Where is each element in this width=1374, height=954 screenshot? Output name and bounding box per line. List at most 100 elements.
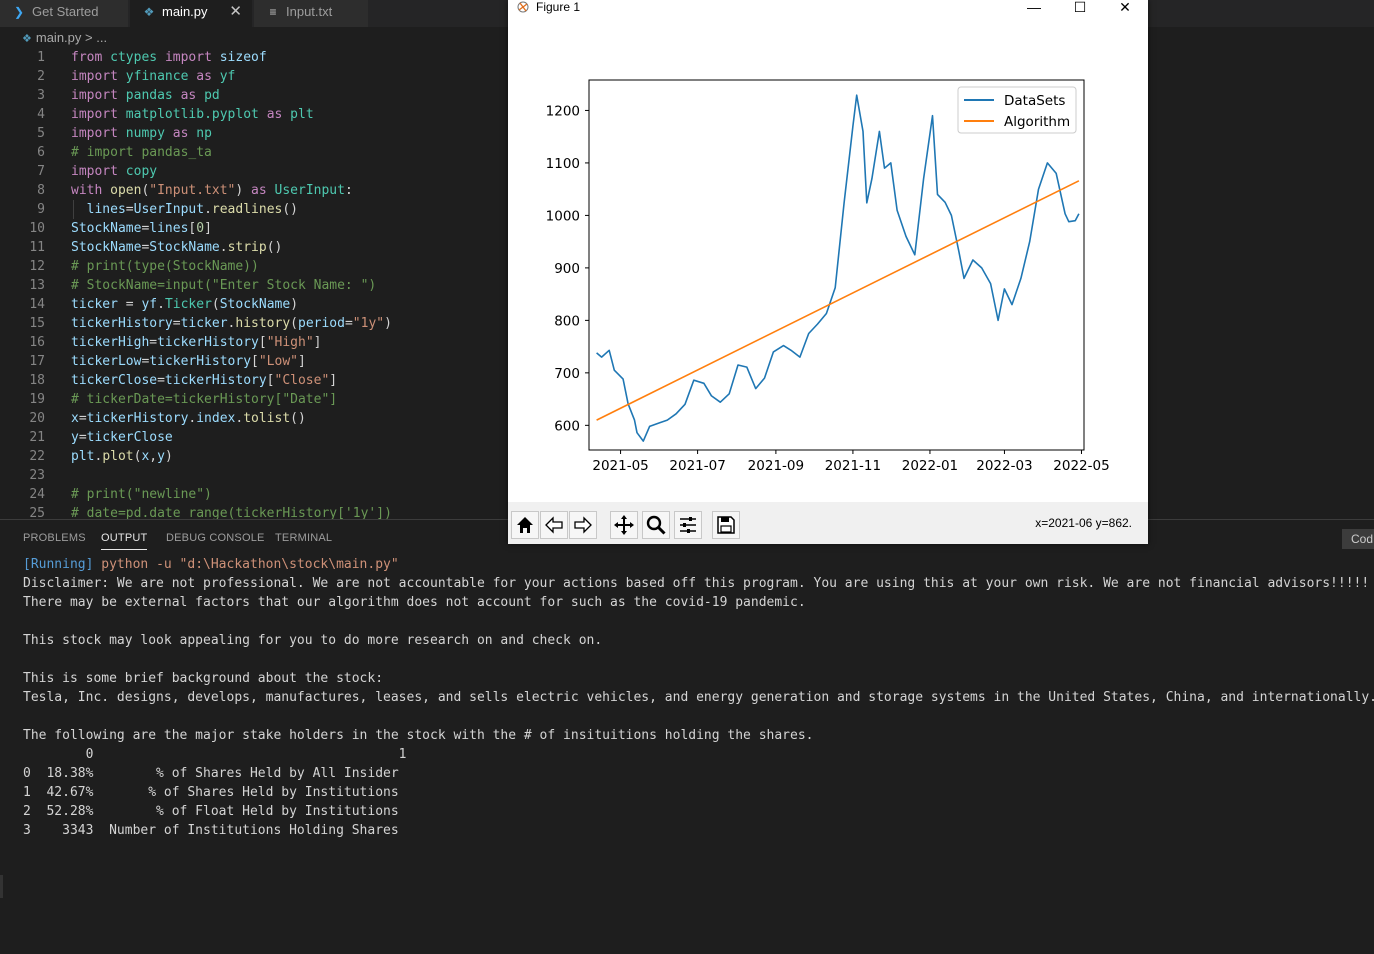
code-line[interactable]: 4 import matplotlib.pyplot as plt bbox=[0, 105, 508, 124]
tab-main-py[interactable]: ❖ main.py ✕ bbox=[130, 0, 252, 27]
code-line[interactable]: 18 tickerClose=tickerHistory["Close"] bbox=[0, 371, 508, 390]
y-tick-label: 1000 bbox=[546, 208, 580, 224]
line-number: 17 bbox=[29, 354, 45, 369]
code-line[interactable]: 12 # print(type(StockName)) bbox=[0, 257, 508, 276]
minimize-button[interactable]: — bbox=[1011, 0, 1057, 14]
configure-subplots-button[interactable] bbox=[674, 511, 702, 539]
code-text: import copy bbox=[71, 164, 158, 179]
code-text: tickerLow=tickerHistory["Low"] bbox=[71, 354, 306, 369]
tab-terminal[interactable]: TERMINAL bbox=[275, 532, 332, 544]
code-text: # print("newline") bbox=[71, 487, 212, 502]
code-line[interactable]: 17 tickerLow=tickerHistory["Low"] bbox=[0, 352, 508, 371]
output-line: 1 42.67% % of Shares Held by Institution… bbox=[23, 785, 399, 800]
tab-output[interactable]: OUTPUT bbox=[101, 532, 148, 550]
code-line[interactable]: 22 plt.plot(x,y) bbox=[0, 447, 508, 466]
back-button[interactable] bbox=[540, 511, 568, 539]
figure-canvas[interactable]: 2021-05 2021-07 2021-09 2021-11 2022-01 2022-… bbox=[508, 14, 1148, 502]
breadcrumb-separator: > bbox=[85, 30, 93, 45]
code-line[interactable]: 24 # print("newline") bbox=[0, 485, 508, 504]
line-number: 25 bbox=[29, 506, 45, 519]
line-chart[interactable]: 2021-05 2021-07 2021-09 2021-11 2022-01 2022-… bbox=[508, 14, 1148, 502]
code-text: y=tickerClose bbox=[71, 430, 173, 445]
output-line: Tesla, Inc. designs, develops, manufactu… bbox=[23, 690, 1374, 705]
tab-label: main.py bbox=[162, 4, 208, 19]
code-text: tickerHigh=tickerHistory["High"] bbox=[71, 335, 322, 350]
code-line[interactable]: 13 # StockName=input("Enter Stock Name: "… bbox=[0, 276, 508, 295]
code-line[interactable]: 19 # tickerDate=tickerHistory["Date"] bbox=[0, 390, 508, 409]
close-icon[interactable]: ✕ bbox=[229, 0, 242, 24]
code-line[interactable]: 8 with open("Input.txt") as UserInput: bbox=[0, 181, 508, 200]
output-line: 2 52.28% % of Float Held by Institutions bbox=[23, 804, 399, 819]
code-line[interactable]: 20 x=tickerHistory.index.tolist() bbox=[0, 409, 508, 428]
code-text: plt.plot(x,y) bbox=[71, 449, 173, 464]
forward-button[interactable] bbox=[569, 511, 597, 539]
code-text: from ctypes import sizeof bbox=[71, 50, 267, 65]
code-line[interactable]: 5 import numpy as np bbox=[0, 124, 508, 143]
code-text: ticker = yf.Ticker(StockName) bbox=[71, 297, 299, 312]
home-button[interactable] bbox=[511, 511, 539, 539]
code-line[interactable]: 14 ticker = yf.Ticker(StockName) bbox=[0, 295, 508, 314]
code-line[interactable]: 3 import pandas as pd bbox=[0, 86, 508, 105]
line-number: 5 bbox=[37, 126, 45, 141]
code-line[interactable]: 1 from ctypes import sizeof bbox=[0, 48, 508, 67]
tab-input-txt[interactable]: ≡ Input.txt bbox=[254, 0, 368, 27]
tab-debug-console[interactable]: DEBUG CONSOLE bbox=[166, 532, 265, 544]
output-line: 0 18.38% % of Shares Held by All Insider bbox=[23, 766, 399, 781]
breadcrumb-file[interactable]: main.py bbox=[36, 30, 82, 45]
line-number: 7 bbox=[37, 164, 45, 179]
save-button[interactable] bbox=[712, 511, 740, 539]
matplotlib-icon bbox=[517, 1, 529, 13]
output-line: 3 3343 Number of Institutions Holding Sh… bbox=[23, 823, 399, 838]
breadcrumb-rest[interactable]: ... bbox=[96, 30, 107, 45]
x-tick-label: 2022-05 bbox=[1053, 458, 1109, 474]
code-text: with open("Input.txt") as UserInput: bbox=[71, 183, 353, 198]
python-file-icon: ❖ bbox=[22, 33, 32, 45]
tab-get-started[interactable]: ❯ Get Started bbox=[0, 0, 128, 27]
output-line: 0 1 bbox=[23, 747, 407, 762]
code-line[interactable]: 10 StockName=lines[0] bbox=[0, 219, 508, 238]
code-line[interactable]: 21 y=tickerClose bbox=[0, 428, 508, 447]
code-runner-dropdown[interactable]: Cod bbox=[1342, 529, 1374, 549]
arrow-left-icon bbox=[545, 516, 563, 534]
matplotlib-figure-window[interactable]: Figure 1 — ☐ ✕ 2021-05 2021-07 2021-09 2021… bbox=[508, 0, 1148, 544]
output-view[interactable]: [Running] python -u "d:\Hackathon\stock\… bbox=[23, 555, 1374, 954]
close-button[interactable]: ✕ bbox=[1102, 0, 1148, 14]
pan-button[interactable] bbox=[610, 511, 638, 539]
code-line[interactable]: 6 # import pandas_ta bbox=[0, 143, 508, 162]
code-editor[interactable]: 1 from ctypes import sizeof 2 import yfinan… bbox=[0, 48, 508, 519]
breadcrumb[interactable]: ❖ main.py > ... bbox=[22, 29, 107, 47]
code-line[interactable]: 25 # date=pd.date_range(tickerHistory['1y… bbox=[0, 504, 508, 519]
maximize-button[interactable]: ☐ bbox=[1057, 0, 1103, 14]
code-line[interactable]: 2 import yfinance as yf bbox=[0, 67, 508, 86]
y-tick-label: 700 bbox=[554, 366, 580, 382]
output-line: Disclaimer: We are not professional. We … bbox=[23, 576, 1370, 591]
x-tick-label: 2022-03 bbox=[976, 458, 1032, 474]
code-line[interactable]: 11 StockName=StockName.strip() bbox=[0, 238, 508, 257]
code-line[interactable]: 15 tickerHistory=ticker.history(period="1… bbox=[0, 314, 508, 333]
window-title-bar[interactable]: Figure 1 — ☐ ✕ bbox=[508, 0, 1148, 14]
line-number: 23 bbox=[29, 468, 45, 483]
panel-resize-handle bbox=[0, 875, 3, 898]
output-line: This stock may look appealing for you to… bbox=[23, 633, 603, 648]
tab-label: Input.txt bbox=[286, 4, 333, 19]
y-tick-label: 900 bbox=[554, 261, 580, 277]
floppy-disk-icon bbox=[717, 516, 735, 534]
vscode-icon: ❯ bbox=[13, 5, 25, 19]
zoom-button[interactable] bbox=[642, 511, 670, 539]
code-line[interactable]: 16 tickerHigh=tickerHistory["High"] bbox=[0, 333, 508, 352]
line-number: 6 bbox=[37, 145, 45, 160]
y-tick-label: 600 bbox=[554, 418, 580, 434]
code-line[interactable]: 9 lines=UserInput.readlines() bbox=[0, 200, 508, 219]
x-tick-label: 2021-09 bbox=[748, 458, 804, 474]
code-text: # print(type(StockName)) bbox=[71, 259, 259, 274]
tab-problems[interactable]: PROBLEMS bbox=[23, 532, 86, 544]
y-tick-label: 1100 bbox=[546, 156, 580, 172]
magnifier-icon bbox=[646, 515, 666, 535]
code-line[interactable]: 7 import copy bbox=[0, 162, 508, 181]
window-title: Figure 1 bbox=[536, 0, 581, 14]
python-file-icon: ❖ bbox=[143, 5, 155, 19]
line-number: 22 bbox=[29, 449, 45, 464]
output-line: The following are the major stake holder… bbox=[23, 728, 814, 743]
code-line[interactable]: 23 bbox=[0, 466, 508, 485]
code-text: x=tickerHistory.index.tolist() bbox=[71, 411, 306, 426]
